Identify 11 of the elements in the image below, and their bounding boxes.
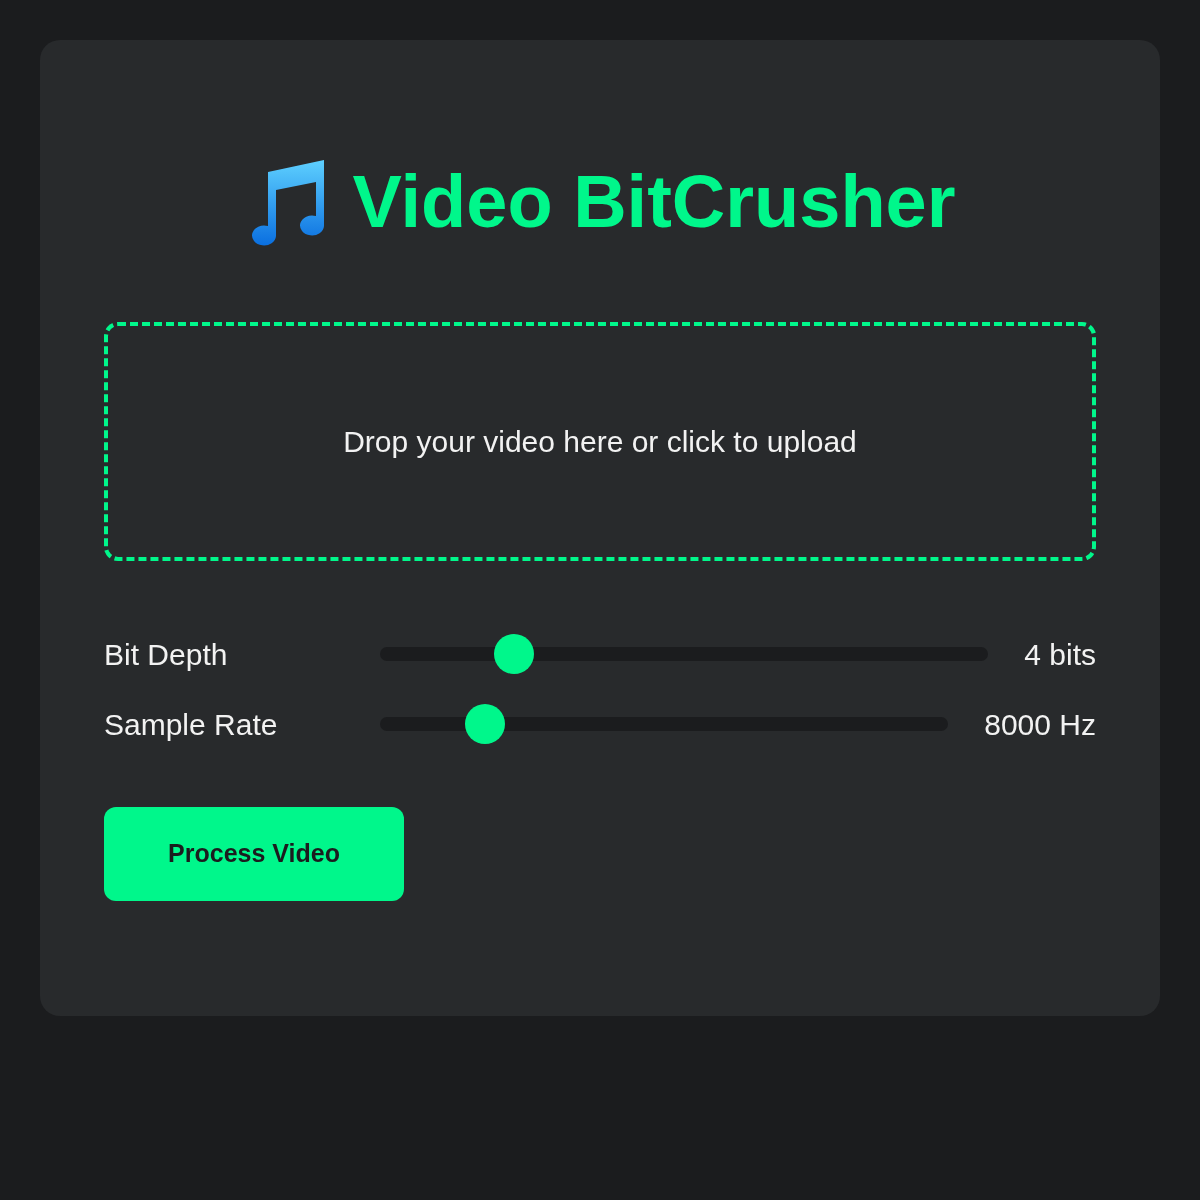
- slider-label: Sample Rate: [104, 706, 279, 743]
- app-title: Video BitCrusher: [352, 165, 956, 239]
- slider-track[interactable]: [380, 717, 949, 731]
- slider-track[interactable]: [380, 647, 989, 661]
- slider-thumb[interactable]: [464, 704, 505, 744]
- upload-drop-zone[interactable]: Drop your video here or click to upload: [104, 322, 1096, 561]
- slider-value: 4 bits: [1024, 636, 1096, 673]
- slider-value: 8000 Hz: [984, 706, 1096, 743]
- process-video-button[interactable]: Process Video: [104, 807, 404, 901]
- slider-label: Bit Depth: [104, 636, 229, 673]
- slider-thumb[interactable]: [493, 634, 534, 674]
